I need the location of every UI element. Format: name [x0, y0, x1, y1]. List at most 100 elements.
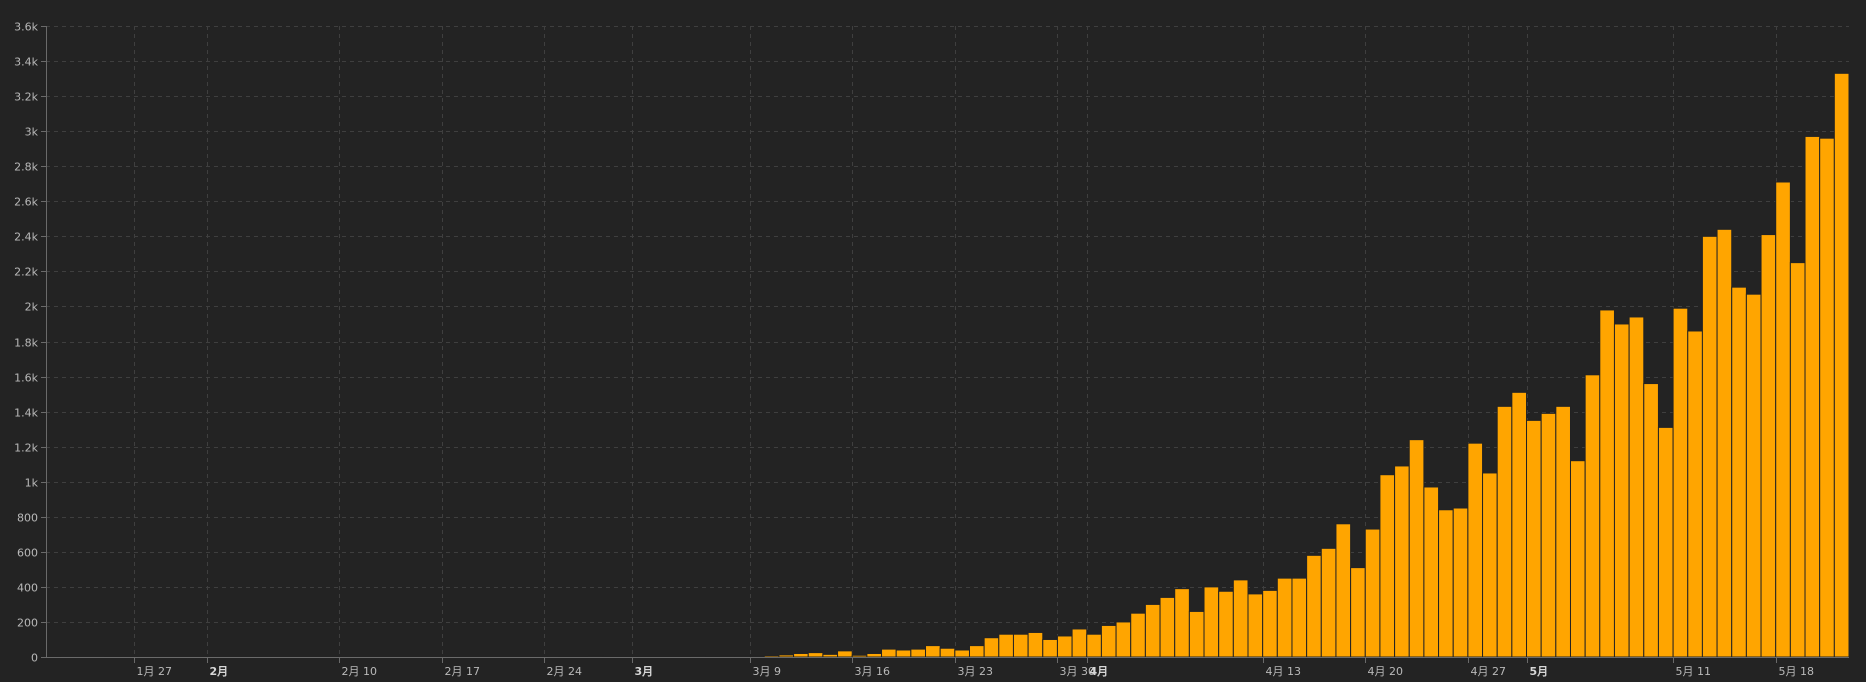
- bar: [1496, 405, 1513, 658]
- bar: [837, 650, 853, 658]
- bar: [1130, 612, 1146, 658]
- bar: [1731, 286, 1747, 658]
- bar: [1232, 579, 1249, 658]
- bar: [807, 652, 824, 658]
- bar: [939, 647, 956, 658]
- x-tick-label: 2月 17: [445, 665, 481, 678]
- bar: [1100, 624, 1117, 658]
- bar: [1526, 419, 1542, 658]
- bar: [1789, 262, 1806, 658]
- chart-container: 0 200 400 600 800 1k 1.2k 1.4k 1.6k 1.8k 2k 2.2k 2.4…: [0, 0, 1866, 682]
- bar: [1306, 554, 1322, 658]
- y-tick-label: 1k: [25, 477, 39, 490]
- y-tick-label: 3.2k: [14, 91, 38, 104]
- y-tick-label: 800: [17, 512, 38, 525]
- y-tick-label: 600: [17, 547, 38, 560]
- bar: [1379, 474, 1396, 658]
- bar: [998, 633, 1014, 658]
- bar: [1482, 472, 1498, 658]
- bar: [1628, 316, 1645, 658]
- x-tick-label: 4月 27: [1471, 665, 1507, 678]
- y-tick-label: 2k: [25, 301, 39, 314]
- bar: [1438, 509, 1454, 658]
- bar: [1247, 593, 1264, 658]
- bar: [719, 655, 736, 658]
- bar: [1335, 523, 1352, 658]
- bar: [895, 649, 912, 658]
- bar: [822, 653, 839, 658]
- bar: [1657, 426, 1674, 658]
- bar: [1745, 293, 1762, 658]
- bar: [1320, 547, 1337, 658]
- bar: [1218, 590, 1234, 658]
- bar: [1159, 596, 1176, 658]
- bar: [1716, 228, 1733, 658]
- bar: [734, 655, 751, 658]
- bar: [1511, 391, 1528, 658]
- x-tick-label: 2月: [210, 665, 229, 678]
- bar: [690, 655, 707, 658]
- bar: [1056, 635, 1073, 658]
- bar: [1276, 577, 1293, 658]
- x-tick-label: 3月 23: [958, 665, 994, 678]
- y-tick-label: 3.6k: [14, 21, 38, 34]
- bar: [1086, 633, 1102, 658]
- y-tick-label: 1.4k: [14, 407, 38, 420]
- x-tick-label: 5月 11: [1676, 665, 1712, 678]
- bar: [1804, 135, 1821, 658]
- bar: [1174, 588, 1190, 658]
- x-tick-label: 3月 16: [855, 665, 891, 678]
- x-tick-label: 4月 13: [1266, 665, 1302, 678]
- bar: [1012, 633, 1029, 658]
- bar: [1394, 465, 1410, 658]
- bar-chart: 0 200 400 600 800 1k 1.2k 1.4k 1.6k 1.8k 2k 2.2k 2.4…: [14, 21, 1850, 678]
- bar: [1775, 181, 1791, 658]
- bar: [1262, 589, 1278, 658]
- bar: [1364, 528, 1381, 658]
- bar: [587, 655, 604, 658]
- bar: [925, 645, 941, 658]
- bar: [1071, 628, 1088, 658]
- y-tick-label: 1.8k: [14, 337, 38, 350]
- bar: [1042, 638, 1058, 658]
- y-tick-label: 2.2k: [14, 266, 38, 279]
- y-tick-label: 3.4k: [14, 56, 38, 69]
- y-tick-label: 2.8k: [14, 161, 38, 174]
- x-tick-label: 4月: [1090, 665, 1109, 678]
- x-tick-label: 5月 18: [1779, 665, 1815, 678]
- bar: [1555, 405, 1571, 658]
- x-tick-label: 1月 27: [137, 665, 173, 678]
- y-tick-label: 1.2k: [14, 442, 38, 455]
- bar: [1423, 486, 1440, 658]
- bar: [1188, 610, 1205, 658]
- bar: [1599, 309, 1615, 658]
- bar: [1613, 323, 1630, 658]
- bar: [954, 649, 970, 658]
- x-tick-label: 3月: [635, 665, 654, 678]
- y-tick-label: 3k: [25, 126, 39, 139]
- bar: [1819, 137, 1835, 658]
- y-tick-label: 0: [31, 652, 38, 665]
- y-tick-label: 200: [17, 617, 38, 630]
- bar: [881, 648, 897, 658]
- bar: [1452, 507, 1469, 658]
- bar: [866, 652, 883, 658]
- bar: [910, 648, 927, 658]
- bar: [793, 652, 809, 658]
- bar: [1115, 621, 1132, 658]
- x-tick-label: 2月 24: [547, 665, 583, 678]
- bar: [1408, 439, 1425, 658]
- x-tick-label: 2月 10: [342, 665, 378, 678]
- bar: [1672, 307, 1689, 658]
- bar: [1584, 374, 1601, 658]
- bar: [1760, 234, 1777, 658]
- bars: [45, 72, 1850, 658]
- x-tick-label: 3月 9: [753, 665, 782, 678]
- bar: [749, 655, 765, 658]
- bar: [1687, 330, 1703, 658]
- bar: [1569, 460, 1586, 658]
- y-tick-label: 2.4k: [14, 231, 38, 244]
- bar: [1203, 586, 1220, 658]
- x-tick-label: 4月 20: [1368, 665, 1404, 678]
- bar: [1291, 577, 1308, 658]
